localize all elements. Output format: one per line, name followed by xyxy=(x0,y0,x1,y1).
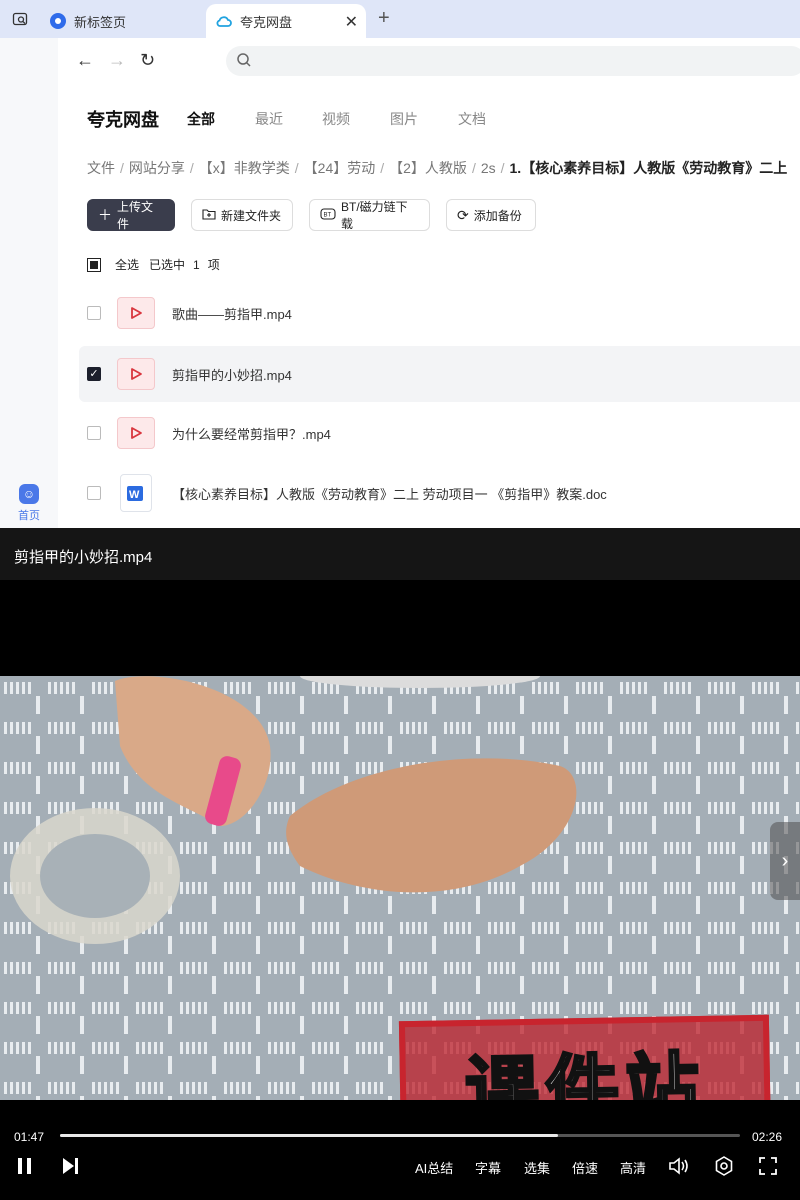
plus-icon: ＋ xyxy=(98,207,112,223)
browser-logo-icon xyxy=(50,13,66,29)
tab-search-icon[interactable] xyxy=(6,6,34,32)
next-video-arrow[interactable]: › xyxy=(770,822,800,900)
breadcrumb-item[interactable]: 网站分享 xyxy=(129,160,185,176)
progress-bar[interactable] xyxy=(60,1134,740,1137)
breadcrumb-item[interactable]: 【x】非教学类 xyxy=(199,160,290,176)
breadcrumb-current: 1.【核心素养目标】人教版《劳动教育》二上 xyxy=(509,160,788,176)
row-checkbox[interactable] xyxy=(87,426,101,440)
left-rail: ☺ 首页 xyxy=(0,38,58,528)
progress-fill xyxy=(60,1134,559,1137)
add-backup-button[interactable]: ⟳ 添加备份 xyxy=(446,199,536,231)
speed-button[interactable]: 倍速 xyxy=(572,1158,598,1177)
add-backup-label: 添加备份 xyxy=(473,208,522,223)
rail-home-label: 首页 xyxy=(18,510,40,522)
row-checkbox-checked[interactable]: ✓ xyxy=(87,367,101,381)
breadcrumb-item[interactable]: 【2】人教版 xyxy=(389,160,467,176)
cloud-icon xyxy=(216,13,232,29)
folder-plus-icon xyxy=(202,207,216,223)
tab-new-tab-page[interactable]: 新标签页 xyxy=(40,4,200,38)
breadcrumb-item[interactable]: 【24】劳动 xyxy=(304,160,376,176)
selected-unit: 项 xyxy=(207,258,220,272)
svg-text:W: W xyxy=(129,489,140,501)
row-checkbox[interactable] xyxy=(87,486,101,500)
selected-prefix: 已选中 xyxy=(149,258,186,272)
forward-icon[interactable]: → xyxy=(108,50,126,71)
file-name[interactable]: 歌曲——剪指甲.mp4 xyxy=(172,304,292,323)
ai-summary-button[interactable]: AI总结 xyxy=(415,1158,453,1177)
current-time: 01:47 xyxy=(14,1130,45,1144)
selection-bar: 全选 已选中 1 项 xyxy=(87,256,220,273)
svg-text:BT: BT xyxy=(324,213,332,219)
file-row[interactable]: W 【核心素养目标】人教版《劳动教育》二上 劳动项目一 《剪指甲》教案.doc xyxy=(79,465,800,521)
new-folder-button[interactable]: 新建文件夹 xyxy=(191,199,293,231)
subtitles-button[interactable]: 字幕 xyxy=(475,1158,501,1177)
back-icon[interactable]: ← xyxy=(76,50,94,71)
tab-label: 新标签页 xyxy=(74,14,127,30)
fullscreen-icon[interactable] xyxy=(758,1156,778,1181)
sync-icon: ⟳ xyxy=(457,206,469,223)
browser-tab-strip: 新标签页 夸克网盘 ✕ + xyxy=(0,0,800,38)
address-bar[interactable] xyxy=(226,46,800,76)
tab-label: 夸克网盘 xyxy=(240,14,293,30)
video-file-icon xyxy=(117,358,155,390)
duration: 02:26 xyxy=(752,1130,783,1144)
row-checkbox[interactable] xyxy=(87,306,101,320)
nav-tab-video[interactable]: 视频 xyxy=(322,109,350,129)
player-title: 剪指甲的小妙招.mp4 xyxy=(14,549,153,566)
home-icon: ☺ xyxy=(19,484,39,504)
reload-icon[interactable]: ↻ xyxy=(140,50,155,71)
watermark-stamp: 课件站 xyxy=(398,1014,772,1100)
breadcrumb-item[interactable]: 2s xyxy=(481,160,496,176)
next-icon[interactable] xyxy=(60,1156,80,1181)
tab-quark-drive[interactable]: 夸克网盘 ✕ xyxy=(206,4,366,38)
quality-button[interactable]: 高清 xyxy=(620,1158,646,1177)
select-all-label[interactable]: 全选 xyxy=(115,256,139,273)
rail-home-button[interactable]: ☺ 首页 xyxy=(14,484,44,523)
volume-icon[interactable] xyxy=(668,1156,692,1181)
nav-tab-images[interactable]: 图片 xyxy=(390,109,418,129)
nav-tab-recent[interactable]: 最近 xyxy=(255,109,283,129)
new-tab-icon[interactable]: + xyxy=(378,7,390,30)
bt-download-button[interactable]: BT BT/磁力链下载 xyxy=(309,199,430,231)
file-name[interactable]: 为什么要经常剪指甲？.mp4 xyxy=(172,424,331,443)
video-file-icon xyxy=(117,297,155,329)
video-player[interactable]: 剪指甲的小妙招.mp4 课件站 › 01:47 02:26 AI总结 字幕 选集… xyxy=(0,528,800,1200)
close-tab-icon[interactable]: ✕ xyxy=(345,12,358,32)
bt-icon: BT xyxy=(320,207,336,223)
search-icon xyxy=(236,52,252,73)
upload-label: 上传文件 xyxy=(117,200,154,231)
file-row[interactable]: 歌曲——剪指甲.mp4 xyxy=(79,285,800,341)
episodes-button[interactable]: 选集 xyxy=(524,1158,550,1177)
file-row-selected[interactable]: ✓ 剪指甲的小妙招.mp4 xyxy=(79,346,800,402)
new-folder-label: 新建文件夹 xyxy=(221,208,282,223)
brand-title: 夸克网盘 xyxy=(87,110,159,130)
selected-count: 1 xyxy=(193,257,200,272)
file-name[interactable]: 剪指甲的小妙招.mp4 xyxy=(172,365,292,384)
file-name[interactable]: 【核心素养目标】人教版《劳动教育》二上 劳动项目一 《剪指甲》教案.doc xyxy=(172,484,607,503)
watermark-text: 课件站 xyxy=(463,1043,707,1100)
nav-tab-all[interactable]: 全部 xyxy=(187,109,215,129)
select-all-checkbox[interactable] xyxy=(87,257,101,272)
video-frame[interactable]: 课件站 xyxy=(0,676,800,1100)
bt-download-label: BT/磁力链下载 xyxy=(341,200,408,231)
word-doc-icon: W xyxy=(120,474,152,512)
pause-icon[interactable] xyxy=(16,1156,34,1181)
upload-button[interactable]: ＋ 上传文件 xyxy=(87,199,175,231)
nav-tab-docs[interactable]: 文档 xyxy=(458,109,486,129)
settings-icon[interactable] xyxy=(714,1156,734,1181)
breadcrumb-item[interactable]: 文件 xyxy=(87,160,115,176)
video-file-icon xyxy=(117,417,155,449)
file-row[interactable]: 为什么要经常剪指甲？.mp4 xyxy=(79,405,800,461)
breadcrumb: 文件 / 网站分享 / 【x】非教学类 / 【24】劳动 / 【2】人教版/2s/1.【核心素养… xyxy=(87,160,788,176)
